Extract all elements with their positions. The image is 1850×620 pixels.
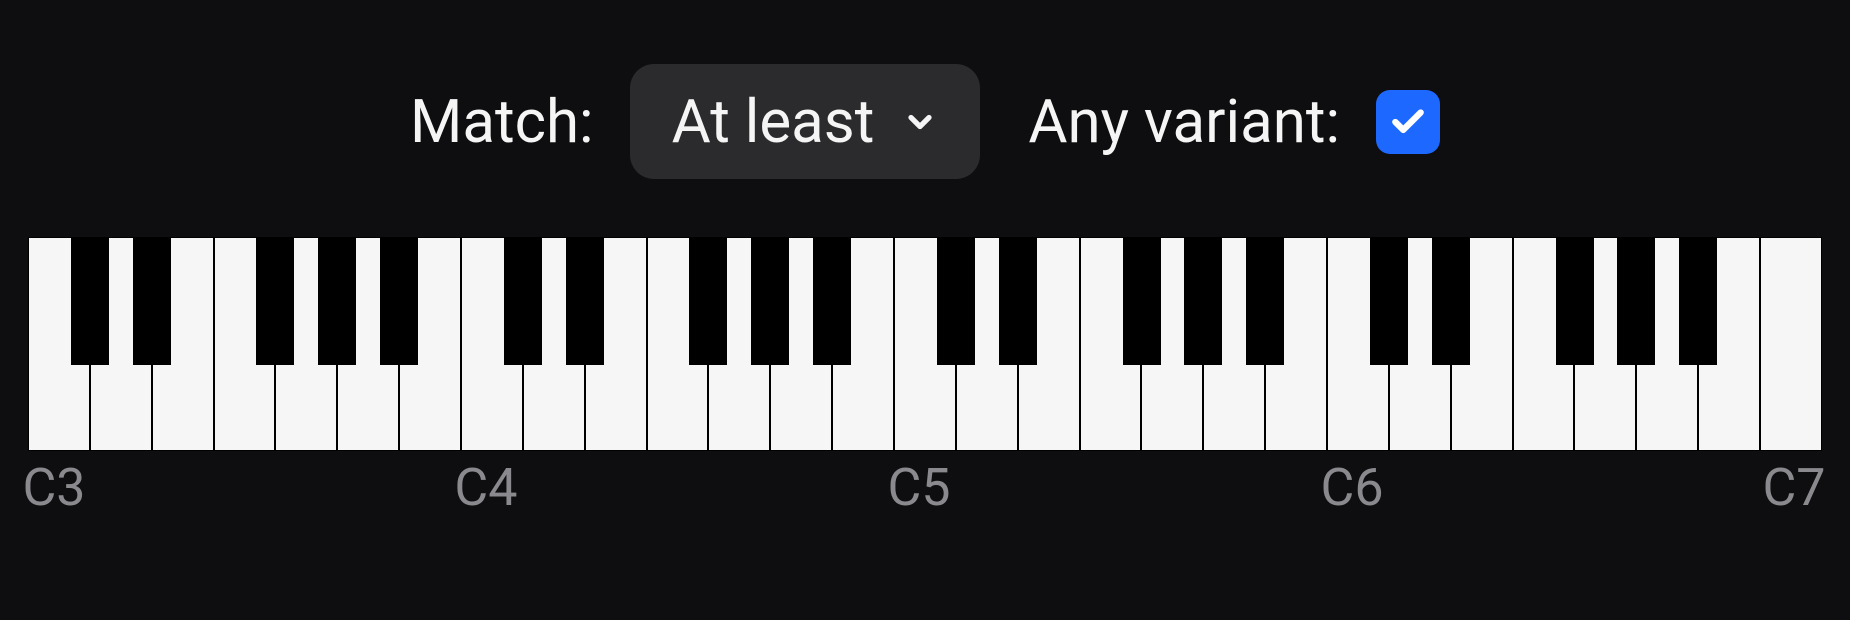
octave-label: C5 [887,457,950,518]
black-key[interactable] [566,237,604,365]
black-key[interactable] [1432,237,1470,365]
black-key[interactable] [133,237,171,365]
black-key[interactable] [937,237,975,365]
black-key[interactable] [1184,237,1222,365]
black-key[interactable] [1370,237,1408,365]
any-variant-control: Any variant: [1028,86,1440,157]
match-label: Match: [410,86,594,157]
black-key[interactable] [1556,237,1594,365]
any-variant-checkbox[interactable] [1376,90,1440,154]
chevron-down-icon [902,104,938,140]
black-key[interactable] [999,237,1037,365]
octave-label: C7 [1762,457,1825,518]
check-icon [1389,103,1427,141]
black-key[interactable] [380,237,418,365]
match-dropdown-value: At least [672,86,875,157]
white-keys-row [28,237,1822,451]
black-key[interactable] [504,237,542,365]
match-control: Match: At least [410,64,980,179]
keyboard-container [0,237,1850,451]
octave-label: C3 [22,457,85,518]
black-key[interactable] [1123,237,1161,365]
black-key[interactable] [1679,237,1717,365]
piano-keyboard [28,237,1822,451]
black-key[interactable] [318,237,356,365]
black-key[interactable] [1246,237,1284,365]
black-key[interactable] [71,237,109,365]
any-variant-label: Any variant: [1028,86,1340,157]
octave-label: C4 [454,457,517,518]
white-key[interactable] [1760,237,1822,451]
black-key[interactable] [256,237,294,365]
black-key[interactable] [813,237,851,365]
match-dropdown[interactable]: At least [630,64,981,179]
black-key[interactable] [689,237,727,365]
octave-label: C6 [1320,457,1383,518]
black-key[interactable] [1617,237,1655,365]
black-key[interactable] [751,237,789,365]
controls-bar: Match: At least Any variant: [0,0,1850,237]
